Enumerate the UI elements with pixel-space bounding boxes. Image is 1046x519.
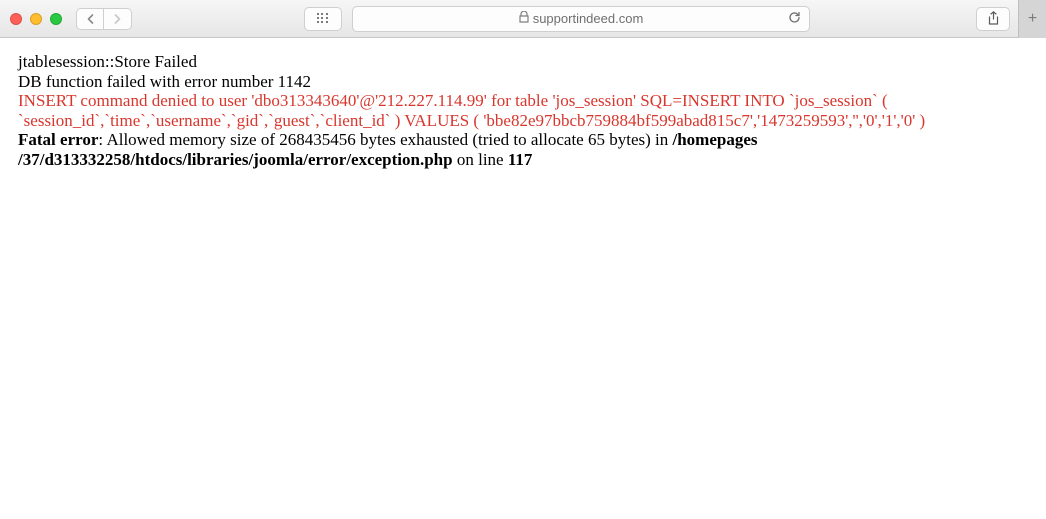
chevron-left-icon <box>86 14 95 24</box>
plus-icon: + <box>1028 10 1037 28</box>
error-subtitle: DB function failed with error number 114… <box>18 72 1028 92</box>
url-text: supportindeed.com <box>533 11 644 26</box>
nav-buttons <box>76 8 132 30</box>
share-button[interactable] <box>976 7 1010 31</box>
back-button[interactable] <box>76 8 104 30</box>
page-content: jtablesession::Store Failed DB function … <box>0 38 1046 183</box>
right-controls: + <box>976 7 1036 31</box>
share-icon <box>987 11 1000 26</box>
close-window-icon[interactable] <box>10 13 22 25</box>
window-controls <box>10 13 62 25</box>
sql-error: INSERT command denied to user 'dbo313343… <box>18 91 1028 130</box>
new-tab-button[interactable]: + <box>1018 0 1046 38</box>
fatal-line-number: 117 <box>508 150 533 169</box>
address-bar[interactable]: supportindeed.com <box>352 6 810 32</box>
reload-button[interactable] <box>788 11 801 27</box>
grid-icon <box>317 13 329 25</box>
fatal-label: Fatal error <box>18 130 98 149</box>
top-sites-button[interactable] <box>304 7 342 31</box>
browser-toolbar: supportindeed.com + <box>0 0 1046 38</box>
chevron-right-icon <box>113 14 122 24</box>
lock-icon <box>519 11 529 26</box>
fatal-error-line: Fatal error: Allowed memory size of 2684… <box>18 130 1028 169</box>
forward-button[interactable] <box>104 8 132 30</box>
fatal-mid: : Allowed memory size of 268435456 bytes… <box>98 130 672 149</box>
error-title: jtablesession::Store Failed <box>18 52 1028 72</box>
zoom-window-icon[interactable] <box>50 13 62 25</box>
address-content: supportindeed.com <box>519 11 644 26</box>
fatal-online: on line <box>453 150 508 169</box>
address-group: supportindeed.com <box>304 6 810 32</box>
minimize-window-icon[interactable] <box>30 13 42 25</box>
